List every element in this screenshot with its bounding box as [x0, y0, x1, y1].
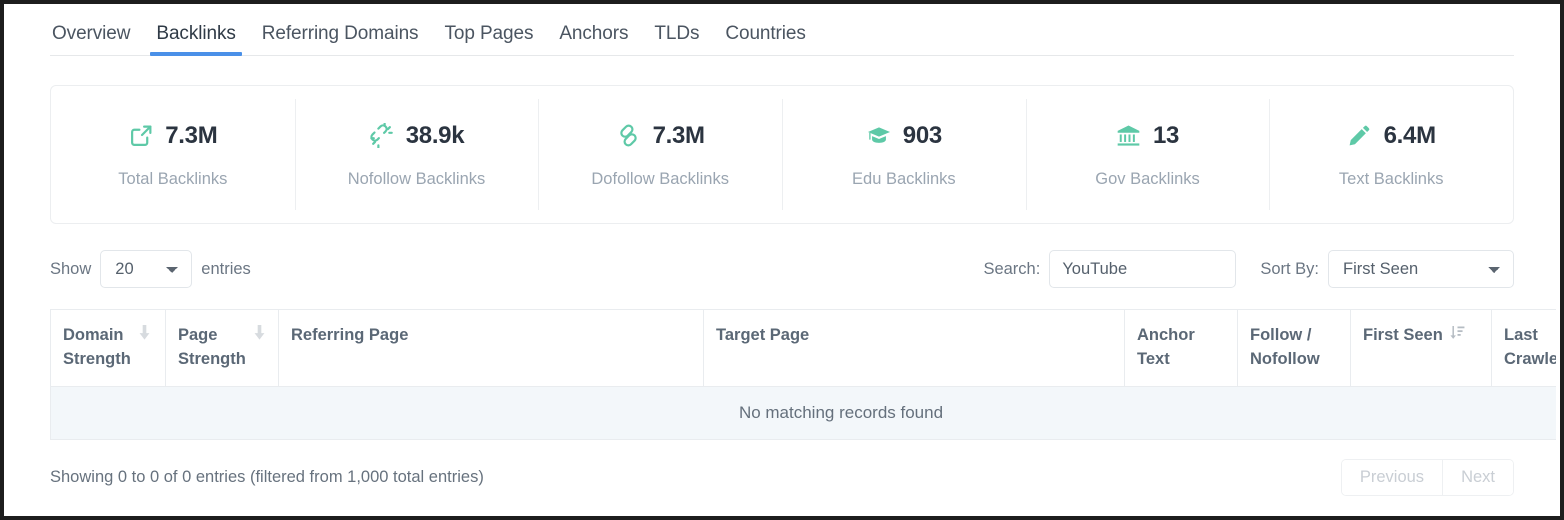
sort-arrow-down-icon[interactable] [138, 325, 151, 340]
table-empty-row: No matching records found [51, 386, 1557, 439]
stat-gov-backlinks: 13 Gov Backlinks [1026, 86, 1270, 223]
table-footer: Showing 0 to 0 of 0 entries (filtered fr… [50, 458, 1514, 498]
stat-value: 38.9k [406, 122, 465, 150]
tab-top-pages[interactable]: Top Pages [431, 24, 546, 55]
tab-tlds[interactable]: TLDs [641, 24, 712, 55]
stat-label: Gov Backlinks [1095, 165, 1200, 193]
tab-backlinks[interactable]: Backlinks [143, 24, 248, 55]
pagination: Previous Next [1341, 459, 1514, 496]
stat-edu-backlinks: 903 Edu Backlinks [782, 86, 1026, 223]
show-label: Show [50, 260, 91, 279]
pencil-icon [1347, 123, 1373, 149]
stat-value: 6.4M [1384, 122, 1436, 150]
table-controls: Show 102050100 entries Search: Sort By: … [50, 248, 1514, 290]
stat-label: Dofollow Backlinks [591, 165, 729, 193]
entries-select[interactable]: 102050100 [100, 250, 192, 288]
column-header-anchor-text[interactable]: Anchor Text [1125, 310, 1238, 387]
stat-total-backlinks: 7.3M Total Backlinks [51, 86, 295, 223]
search-label: Search: [983, 260, 1040, 279]
sort-descending-icon[interactable] [1450, 325, 1465, 340]
showing-entries-text: Showing 0 to 0 of 0 entries (filtered fr… [50, 468, 484, 487]
external-link-icon [128, 123, 154, 149]
column-header-label: Last Crawled [1504, 323, 1556, 372]
tab-referring-domains[interactable]: Referring Domains [249, 24, 432, 55]
broken-link-icon [369, 123, 395, 149]
tab-bar: Overview Backlinks Referring Domains Top… [50, 8, 1514, 56]
table-header: Domain Strength Page Strength Referring Pa… [51, 310, 1557, 387]
browser-viewport: Overview Backlinks Referring Domains Top… [0, 0, 1564, 520]
empty-message: No matching records found [51, 386, 1557, 439]
sort-arrow-down-icon[interactable] [253, 325, 266, 340]
column-header-domain-strength[interactable]: Domain Strength [51, 310, 166, 387]
bank-icon [1116, 123, 1142, 149]
next-page-button[interactable]: Next [1442, 460, 1513, 495]
column-header-label: Page Strength [178, 323, 246, 372]
column-header-page-strength[interactable]: Page Strength [166, 310, 279, 387]
column-header-target-page[interactable]: Target Page [704, 310, 1125, 387]
stat-label: Nofollow Backlinks [348, 165, 486, 193]
tab-countries[interactable]: Countries [712, 24, 818, 55]
sort-by-select[interactable]: First SeenLast CrawledDomain StrengthPag… [1328, 250, 1514, 288]
tab-overview[interactable]: Overview [50, 24, 143, 55]
stat-dofollow-backlinks: 7.3M Dofollow Backlinks [538, 86, 782, 223]
search-input[interactable] [1049, 250, 1236, 288]
column-header-first-seen[interactable]: First Seen [1351, 310, 1492, 387]
column-header-label: Referring Page [291, 323, 408, 347]
stat-value: 903 [903, 122, 942, 150]
column-header-referring-page[interactable]: Referring Page [279, 310, 704, 387]
tab-anchors[interactable]: Anchors [546, 24, 641, 55]
page-content: Overview Backlinks Referring Domains Top… [8, 8, 1556, 512]
stat-text-backlinks: 6.4M Text Backlinks [1269, 86, 1513, 223]
stat-value: 13 [1153, 122, 1179, 150]
table-body: No matching records found [51, 386, 1557, 439]
column-header-follow-nofollow[interactable]: Follow / Nofollow [1238, 310, 1351, 387]
table-header-row: Domain Strength Page Strength Referring Pa… [51, 310, 1557, 387]
link-icon [616, 123, 642, 149]
stat-value: 7.3M [165, 122, 217, 150]
search-and-sort: Search: Sort By: First SeenLast CrawledD… [983, 250, 1514, 288]
stat-label: Edu Backlinks [852, 165, 956, 193]
graduation-cap-icon [866, 123, 892, 149]
column-header-last-crawled[interactable]: Last Crawled [1492, 310, 1557, 387]
stat-label: Text Backlinks [1339, 165, 1444, 193]
stat-label: Total Backlinks [118, 165, 227, 193]
entries-control: Show 102050100 entries [50, 250, 251, 288]
column-header-label: Target Page [716, 323, 809, 347]
column-header-label: Follow / Nofollow [1250, 323, 1320, 372]
backlinks-table: Domain Strength Page Strength Referring Pa… [50, 309, 1556, 440]
column-header-label: Anchor Text [1137, 323, 1195, 372]
backlinks-table-container: Domain Strength Page Strength Referring Pa… [50, 309, 1556, 440]
stat-nofollow-backlinks: 38.9k Nofollow Backlinks [295, 86, 539, 223]
stat-value: 7.3M [653, 122, 705, 150]
column-header-label: First Seen [1363, 323, 1443, 347]
column-header-label: Domain Strength [63, 323, 131, 372]
previous-page-button[interactable]: Previous [1342, 460, 1442, 495]
backlink-stats-panel: 7.3M Total Backlinks 38.9k [50, 85, 1514, 224]
entries-label: entries [201, 260, 251, 279]
sort-by-label: Sort By: [1260, 260, 1319, 279]
